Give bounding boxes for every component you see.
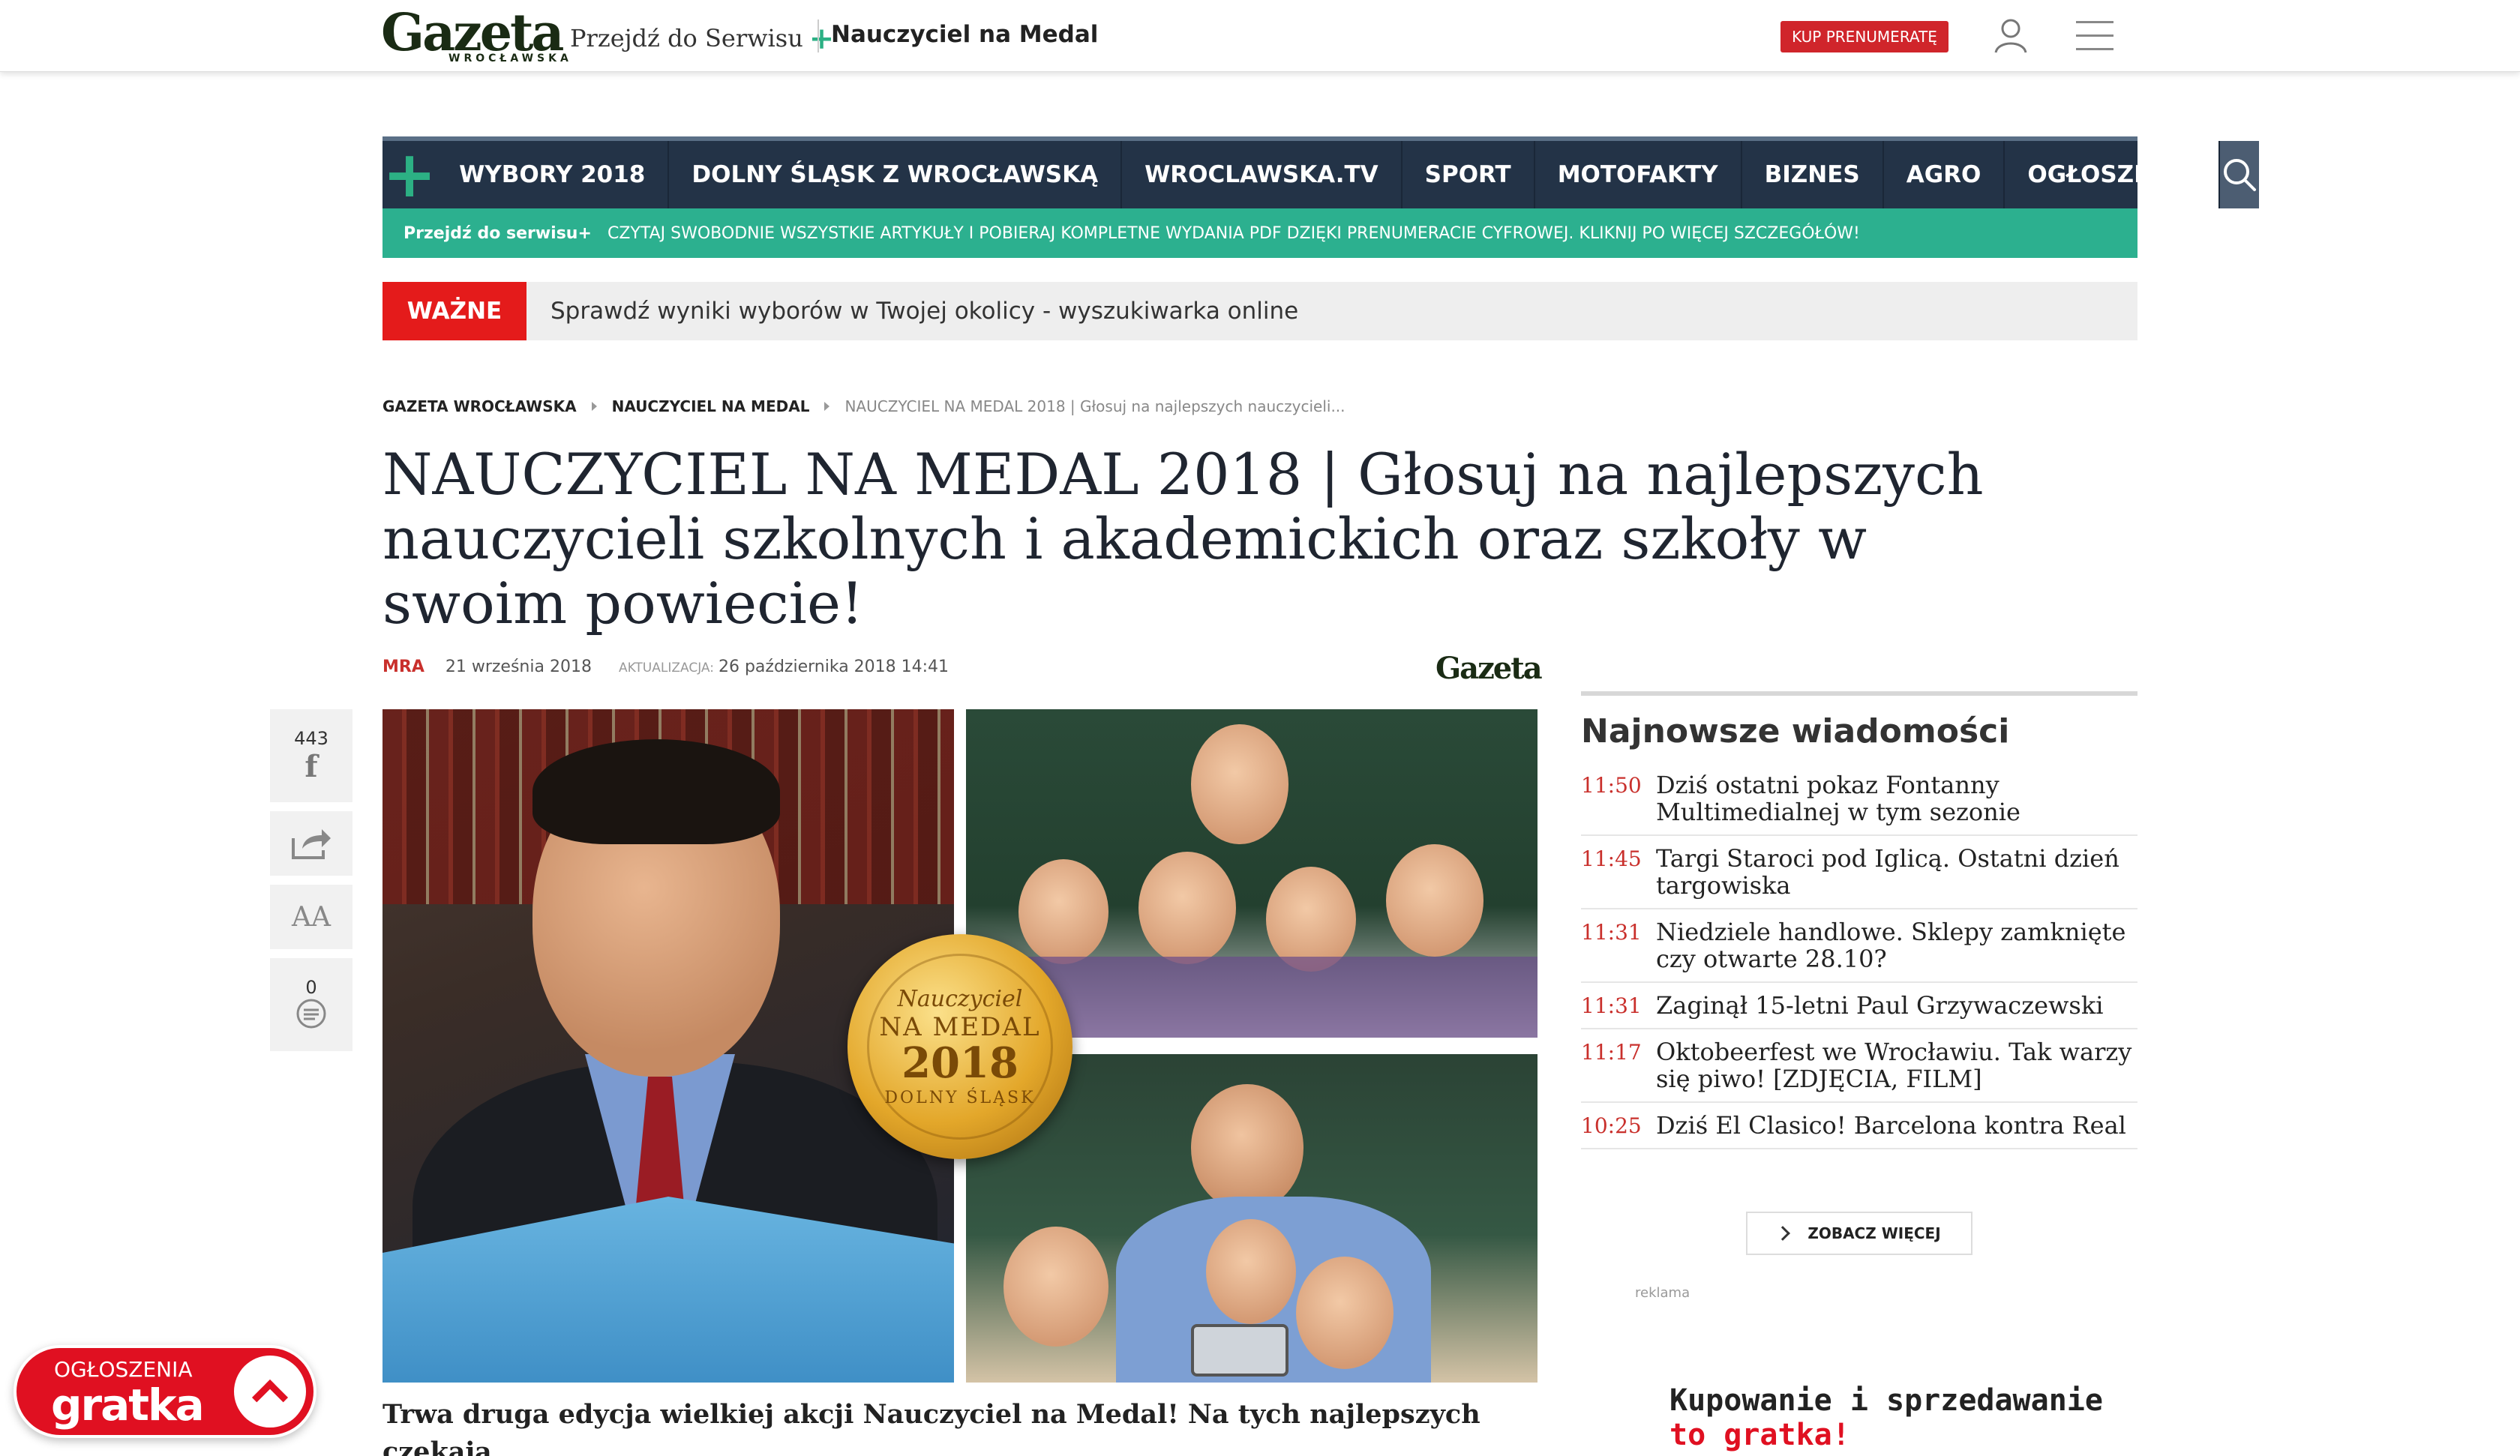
teacher-hair [532,739,780,844]
facebook-icon: f [304,748,318,784]
latest-news-sidebar: Najnowsze wiadomości 11:50 Dziś ostatni … [1581,691,2138,1149]
nav-item-wybory[interactable]: WYBORY 2018 [436,141,670,208]
article-hero-image[interactable]: Nauczyciel NA MEDAL 2018 DOLNY ŚLĄSK [382,709,1538,1383]
news-time: 10:25 [1581,1113,1642,1138]
font-size-button[interactable]: AA [270,885,352,949]
breadcrumb-home[interactable]: GAZETA WROCŁAWSKA [382,397,577,415]
comments-count: 0 [305,977,317,998]
nav-item-ogloszenia[interactable]: OGŁOSZENIA [2005,141,2220,208]
medal-badge: Nauczyciel NA MEDAL 2018 DOLNY ŚLĄSK [848,934,1072,1159]
ad-label: reklama [1635,1285,1690,1301]
site-logo[interactable]: Gazeta WROCŁAWSKA [381,6,568,66]
news-time: 11:17 [1581,1040,1642,1065]
see-more-label: ZOBACZ WIĘCEJ [1808,1224,1941,1242]
news-time: 11:31 [1581,920,1642,945]
tablet [1191,1324,1288,1377]
important-text[interactable]: Sprawdź wyniki wyborów w Twojej okolicy … [526,298,1298,325]
facebook-share-button[interactable]: 443 f [270,709,352,802]
comments-button[interactable]: 0 [270,958,352,1051]
nav-item-agro[interactable]: AGRO [1884,141,2006,208]
important-ticker[interactable]: WAŻNE Sprawdź wyniki wyborów w Twojej ok… [382,282,2138,340]
promo-service-link[interactable]: Przejdź do serwisu+ [382,224,608,243]
news-title[interactable]: Targi Staroci pod Iglicą. Ostatni dzień … [1656,845,2138,899]
nav-item-dolny-slask[interactable]: DOLNY ŚLĄSK Z WROCŁAWSKĄ [669,141,1123,208]
news-title[interactable]: Dziś ostatni pokaz Fontanny Multimedialn… [1656,771,2138,825]
news-item[interactable]: 11:45 Targi Staroci pod Iglicą. Ostatni … [1581,836,2138,909]
child [1206,1219,1296,1324]
gratka-ads-widget[interactable]: OGŁOSZENIA gratka [14,1345,316,1438]
old-teacher [1191,1084,1304,1212]
nav-item-biznes[interactable]: BIZNES [1742,141,1884,208]
see-more-button[interactable]: ZOBACZ WIĘCEJ [1746,1212,1972,1255]
news-title[interactable]: Oktobeerfest we Wrocławiu. Tak warzy się… [1656,1038,2138,1092]
article-meta: MRA 21 września 2018 AKTUALIZACJA: 26 pa… [382,658,949,676]
news-title[interactable]: Dziś El Clasico! Barcelona kontra Real [1656,1112,2138,1139]
child [1138,852,1236,964]
update-label: AKTUALIZACJA: [618,661,714,676]
facebook-share-count: 443 [294,727,328,749]
breadcrumb-arrow-icon [591,402,597,411]
nav-item-motofakty[interactable]: MOTOFAKTY [1535,141,1742,208]
hamburger-menu-icon[interactable] [2076,21,2114,51]
subscription-promo-bar[interactable]: Przejdź do serwisu+ CZYTAJ SWOBODNIE WSZ… [382,208,2138,258]
news-item[interactable]: 11:31 Zaginął 15-letni Paul Grzywaczewsk… [1581,983,2138,1029]
child [1018,859,1108,964]
news-item[interactable]: 11:31 Niedziele handlowe. Sklepy zamknię… [1581,909,2138,983]
nav-item-wroclawska-tv[interactable]: WROCLAWSKA.TV [1122,141,1402,208]
publish-date: 21 września 2018 [445,658,592,676]
news-title[interactable]: Zaginął 15-letni Paul Grzywaczewski [1656,992,2138,1019]
top-bar: Gazeta WROCŁAWSKA Przejdź do Serwisu + Na… [0,0,2520,72]
news-item[interactable]: 11:17 Oktobeerfest we Wrocławiu. Tak war… [1581,1029,2138,1103]
update-date: 26 października 2018 14:41 [718,658,950,676]
logo-subtitle: WROCŁAWSKA [448,52,572,64]
breadcrumb: GAZETA WROCŁAWSKA NAUCZYCIEL NA MEDAL NA… [382,397,1346,415]
divider [818,19,819,52]
ad-tagline[interactable]: to gratka! [1670,1417,1850,1453]
news-time: 11:45 [1581,846,1642,871]
subscribe-button[interactable]: KUP PRENUMERATĘ [1780,21,1948,52]
article-lead: Trwa druga edycja wielkiej akcji Nauczyc… [382,1399,1480,1456]
child [1004,1227,1108,1347]
gratka-brand: gratka [51,1380,205,1431]
news-time: 11:31 [1581,993,1642,1018]
news-list: 11:50 Dziś ostatni pokaz Fontanny Multim… [1581,762,2138,1149]
important-badge: WAŻNE [382,282,526,340]
promo-text: CZYTAJ SWOBODNIE WSZYSTKIE ARTYKUŁY I PO… [608,223,1860,243]
news-item[interactable]: 11:50 Dziś ostatni pokaz Fontanny Multim… [1581,762,2138,836]
nav-item-sport[interactable]: SPORT [1402,141,1535,208]
share-button[interactable] [270,811,352,876]
sidebar-heading: Najnowsze wiadomości [1581,712,2010,750]
chevron-right-icon [1775,1226,1791,1241]
user-icon[interactable] [1992,16,2030,54]
sidebar-rule [1581,691,2138,696]
plus-service-icon[interactable]: + [382,141,436,208]
medal-ring [867,954,1053,1140]
child [1266,867,1356,972]
child [1296,1257,1394,1369]
breadcrumb-arrow-icon [824,402,830,411]
author[interactable]: MRA [382,658,424,676]
news-title[interactable]: Niedziele handlowe. Sklepy zamknięte czy… [1656,918,2138,972]
chevron-up-icon[interactable] [234,1356,306,1428]
breadcrumb-section[interactable]: NAUCZYCIEL NA MEDAL [612,397,810,415]
search-icon[interactable] [2219,141,2259,208]
service-link[interactable]: Przejdź do Serwisu + [570,21,834,56]
news-time: 11:50 [1581,773,1642,798]
main-nav: + WYBORY 2018 DOLNY ŚLĄSK Z WROCŁAWSKĄ W… [382,136,2259,208]
breadcrumb-current: NAUCZYCIEL NA MEDAL 2018 | Głosuj na naj… [844,397,1346,415]
service-link-label: Przejdź do Serwisu [570,24,803,52]
child [1386,844,1484,957]
share-icon [292,829,331,859]
teacher-woman [1191,724,1288,844]
source-logo: Gazeta [1436,651,1543,686]
news-item[interactable]: 10:25 Dziś El Clasico! Barcelona kontra … [1581,1103,2138,1149]
section-title[interactable]: Nauczyciel na Medal [831,21,1098,48]
ad-headline[interactable]: Kupowanie i sprzedawanie [1670,1383,2103,1419]
comment-icon [296,999,326,1029]
article-title: NAUCZYCIEL NA MEDAL 2018 | Głosuj na naj… [382,441,1984,637]
gratka-label: OGŁOSZENIA [54,1357,193,1382]
font-size-icon: AA [292,901,331,933]
